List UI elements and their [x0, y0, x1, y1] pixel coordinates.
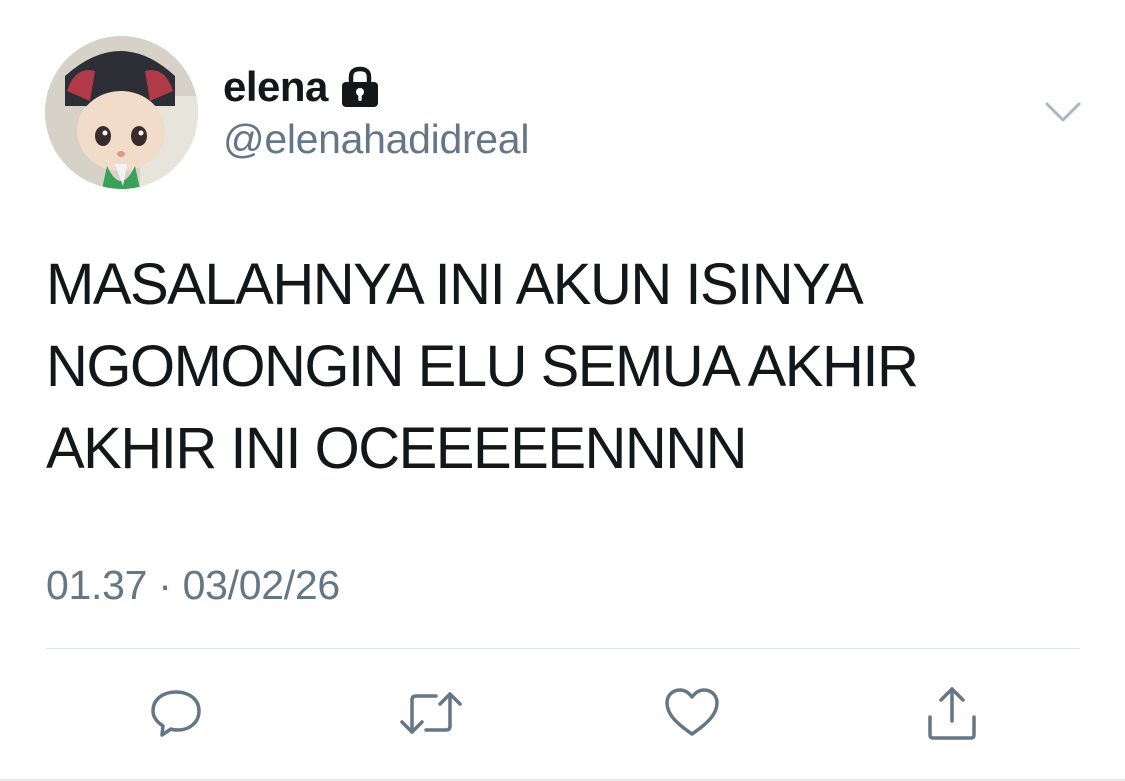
retweet-icon [400, 692, 462, 734]
name-row: elena [223, 62, 380, 112]
divider [46, 648, 1080, 649]
reply-icon [151, 690, 201, 737]
avatar[interactable] [45, 36, 198, 189]
reply-button[interactable] [143, 680, 209, 746]
tweet-text: MASALAHNYA INI AKUN ISINYA NGOMONGIN ELU… [46, 252, 919, 481]
chevron-down-icon[interactable] [1044, 98, 1082, 126]
tweet-card: elena @elenahadidreal MASALAHNYA INI AKU… [0, 0, 1125, 781]
display-name[interactable]: elena [223, 63, 328, 111]
share-button[interactable] [919, 680, 985, 746]
lock-icon [340, 66, 380, 108]
tweet-timestamp[interactable]: 01.37 · 03/02/26 [46, 562, 340, 609]
share-icon [928, 687, 976, 740]
avatar-image [45, 36, 198, 189]
like-button[interactable] [659, 680, 725, 746]
retweet-button[interactable] [398, 680, 464, 746]
heart-icon [665, 688, 719, 736]
user-handle[interactable]: @elenahadidreal [223, 116, 529, 163]
